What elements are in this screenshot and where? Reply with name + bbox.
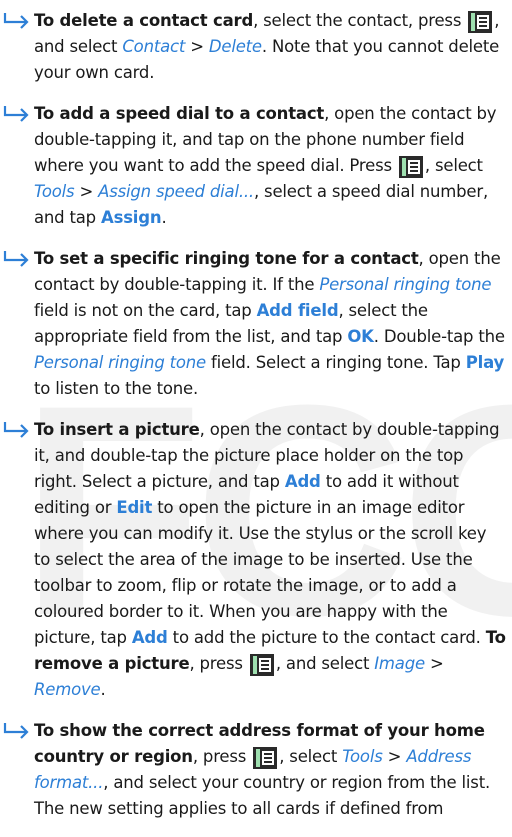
right-arrow-icon	[3, 106, 29, 122]
item-heading: To set a specific ringing tone for a con…	[34, 249, 419, 268]
item-heading: To add a speed dial to a contact	[34, 104, 325, 123]
list-item-insert-picture: To insert a picture, open the contact by…	[0, 417, 512, 703]
list-item-address-format: To show the correct address format of yo…	[0, 718, 512, 822]
menu-key-icon	[253, 746, 278, 769]
list-item-speed-dial: To add a speed dial to a contact, open t…	[0, 101, 512, 231]
manual-page: To delete a contact card, select the con…	[0, 8, 512, 837]
list-item-ringing-tone: To set a specific ringing tone for a con…	[0, 246, 512, 402]
right-arrow-icon	[3, 723, 29, 739]
menu-key-icon	[398, 155, 423, 178]
menu-key-icon	[468, 10, 493, 33]
right-arrow-icon	[3, 422, 29, 438]
item-heading: To insert a picture	[34, 420, 200, 439]
item-heading: To delete a contact card	[34, 11, 254, 30]
right-arrow-icon	[3, 251, 29, 267]
right-arrow-icon	[3, 13, 29, 29]
list-item-delete-contact: To delete a contact card, select the con…	[0, 8, 512, 86]
menu-key-icon	[249, 653, 274, 676]
